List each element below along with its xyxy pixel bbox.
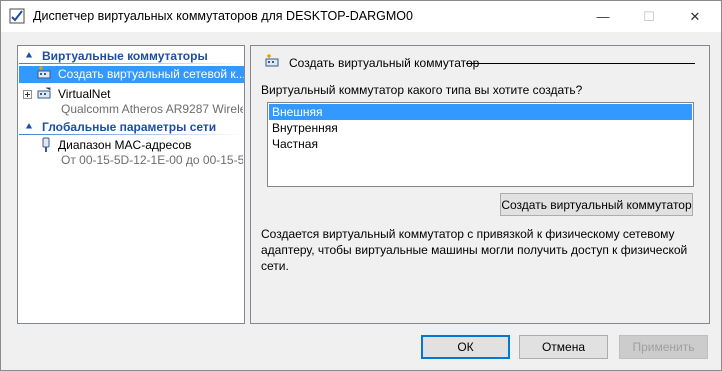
expand-plus-icon[interactable] [23, 90, 32, 99]
switch-type-description: Создается виртуальный коммутатор с привя… [261, 227, 688, 273]
title-bar[interactable]: Диспетчер виртуальных коммутаторов для D… [1, 1, 721, 32]
collapse-chevron-icon[interactable]: ⯅ [22, 51, 36, 62]
tree-item-mac-range[interactable]: Диапазон MAC-адресов [19, 137, 244, 154]
create-switch-label: Создать виртуальный сетевой к... [58, 67, 244, 81]
ok-button[interactable]: ОК [421, 335, 510, 359]
network-switch-icon [264, 54, 280, 70]
virtualnet-adapter-text: Qualcomm Atheros AR9287 Wirele... [61, 102, 243, 116]
cancel-button-label: Отмена [541, 340, 586, 354]
ok-button-label: ОК [457, 340, 474, 354]
create-virtual-switch-button[interactable]: Создать виртуальный коммутатор [500, 193, 693, 216]
section-virtual-switches[interactable]: ⯅ Виртуальные коммутаторы [19, 48, 244, 64]
switch-type-option-private[interactable]: Частная [269, 136, 692, 152]
collapse-chevron-icon[interactable]: ⯅ [22, 122, 36, 133]
network-switch-icon [36, 86, 52, 102]
switch-tree-pane[interactable]: ⯅ Виртуальные коммутаторы Создать виртуа… [17, 45, 245, 324]
network-plug-icon [39, 137, 55, 153]
virtualnet-label: VirtualNet [58, 87, 111, 101]
mac-range-value-text: От 00-15-5D-12-1E-00 до 00-15-5... [61, 153, 243, 167]
apply-button-label: Применить [632, 340, 695, 354]
maximize-button[interactable]: ☐ [626, 1, 672, 32]
panel-title: Создать виртуальный коммутатор [289, 56, 480, 70]
create-virtual-switch-button-label: Создать виртуальный коммутатор [501, 197, 692, 212]
section-global-network-settings[interactable]: ⯅ Глобальные параметры сети [19, 119, 244, 135]
window-title: Диспетчер виртуальных коммутаторов для D… [33, 9, 413, 23]
switch-manager-app-icon [9, 8, 25, 24]
switch-type-listbox[interactable]: Внешняя Внутренняя Частная [267, 102, 694, 187]
cancel-button[interactable]: Отмена [519, 335, 608, 359]
panel-title-divider [466, 63, 695, 64]
close-button[interactable]: ✕ [672, 1, 718, 32]
mac-range-label: Диапазон MAC-адресов [58, 138, 192, 152]
network-switch-icon [36, 66, 52, 82]
virtual-switch-manager-window: Диспетчер виртуальных коммутаторов для D… [0, 0, 722, 371]
tree-item-virtualnet[interactable]: VirtualNet [19, 86, 244, 103]
section-global-label: Глобальные параметры сети [42, 120, 217, 134]
tree-item-create-switch[interactable]: Создать виртуальный сетевой к... [19, 66, 244, 83]
minimize-button[interactable]: — [580, 1, 626, 32]
apply-button[interactable]: Применить [619, 335, 708, 359]
switch-type-option-external[interactable]: Внешняя [269, 104, 692, 120]
switch-type-option-internal[interactable]: Внутренняя [269, 120, 692, 136]
create-switch-panel: Создать виртуальный коммутатор Виртуальн… [250, 45, 710, 324]
section-divider [19, 134, 244, 135]
section-virtual-switches-label: Виртуальные коммутаторы [42, 49, 208, 63]
section-divider [19, 63, 244, 64]
switch-type-question: Виртуальный коммутатор какого типа вы хо… [261, 83, 583, 97]
